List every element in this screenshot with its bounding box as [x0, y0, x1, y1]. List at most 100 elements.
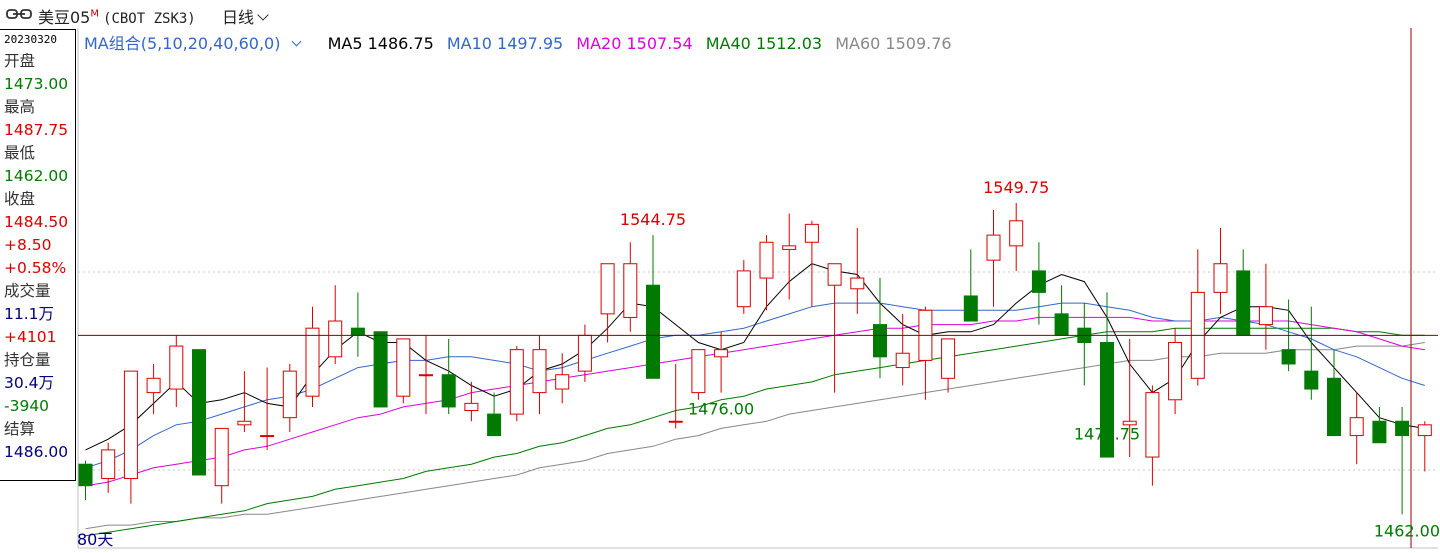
open-value: 1473.00: [4, 75, 69, 93]
price-annotation-2: 1476.00: [688, 400, 754, 419]
chart-header: 美豆05M (CBOT ZSK3) 日线: [0, 0, 1440, 28]
ma-legend: MA组合(5,10,20,40,60,0) MA5 1486.75 MA10 1…: [84, 30, 960, 54]
candle-body: [305, 327, 320, 397]
candle-body: [328, 320, 343, 358]
candle-8: [260, 367, 275, 450]
candle-body: [555, 374, 570, 390]
candle-44: [1077, 303, 1092, 386]
candle-body: [532, 349, 547, 394]
ma-group-selector[interactable]: MA组合(5,10,20,40,60,0): [84, 34, 308, 53]
candle-body: [419, 374, 433, 377]
candle-35: [873, 278, 887, 379]
candle-body: [1009, 220, 1024, 247]
candle-26: [668, 363, 683, 429]
candle-body: [1258, 306, 1273, 326]
candle-body: [873, 324, 887, 358]
candle-5: [192, 349, 206, 476]
candle-22: [577, 324, 592, 382]
visible-span-label: 80天: [77, 530, 114, 549]
candle-body: [1372, 420, 1387, 444]
open-interest-change-value: -3940: [4, 397, 50, 415]
candle-59: [1417, 421, 1432, 472]
candle-28: [714, 331, 729, 393]
candle-body: [1054, 313, 1069, 336]
ma-group-label: MA组合(5,10,20,40,60,0): [84, 34, 281, 53]
candle-body: [214, 427, 229, 487]
candle-18: [487, 392, 502, 437]
candle-16: [441, 338, 456, 415]
high-label: 最高: [4, 98, 36, 116]
candle-body: [1349, 417, 1364, 437]
candle-body: [646, 284, 660, 379]
settle-label: 结算: [4, 420, 36, 438]
instrument-name: 美豆05: [38, 8, 91, 27]
candle-body: [963, 295, 978, 322]
candle-body: [487, 413, 502, 437]
candle-body: [1327, 377, 1341, 437]
candle-body: [464, 402, 479, 412]
candle-30: [759, 235, 774, 311]
price-annotation-3: 1477.75: [1074, 425, 1140, 444]
link-icon[interactable]: [6, 7, 32, 21]
candle-body: [441, 374, 456, 408]
candle-body: [850, 277, 865, 290]
volume-change-value: +4101: [4, 328, 57, 346]
volume-value: 11.1万: [4, 305, 55, 323]
close-value: 1484.50: [4, 213, 69, 231]
ma20-legend: MA20 1507.54: [576, 34, 693, 53]
candlestick-chart[interactable]: 1544.75 1549.75 1476.00 1477.75 1462.00: [0, 0, 1440, 553]
candle-32: [804, 220, 819, 307]
candle-body: [714, 349, 729, 358]
candle-12: [350, 292, 365, 357]
candle-10: [305, 306, 320, 407]
main-contract-badge: M: [90, 8, 100, 20]
candle-body: [1168, 342, 1183, 401]
candle-body: [623, 263, 638, 318]
candle-body: [123, 370, 138, 480]
candle-20: [532, 335, 547, 415]
candle-body: [260, 435, 275, 438]
instrument-code: (CBOT ZSK3): [103, 11, 196, 27]
candle-9: [282, 363, 297, 432]
candle-body: [759, 241, 774, 279]
candle-body: [1236, 270, 1251, 336]
candle-41: [1009, 202, 1024, 271]
candle-body: [78, 463, 93, 487]
period-selector[interactable]: 日线: [222, 4, 269, 28]
candle-body: [1031, 270, 1046, 293]
candle-body: [691, 349, 706, 394]
candle-1: [101, 442, 116, 493]
candle-body: [1213, 263, 1228, 293]
candle-43: [1054, 285, 1069, 336]
change-value: +8.50: [4, 236, 52, 254]
candle-body: [282, 370, 297, 419]
candle-body: [804, 223, 819, 243]
candle-3: [146, 363, 161, 415]
candle-body: [192, 349, 206, 476]
ma5-legend: MA5 1486.75: [327, 34, 434, 53]
candle-body: [1304, 370, 1319, 390]
candle-33: [827, 263, 842, 393]
chevron-down-icon: [257, 9, 269, 21]
candle-body: [350, 327, 365, 336]
quote-info-panel: 20230320 开盘 1473.00 最高 1487.75 最低 1462.0…: [0, 29, 76, 481]
candle-body: [169, 345, 184, 390]
open-label: 开盘: [4, 52, 36, 70]
candle-23: [600, 263, 615, 343]
candle-7: [237, 371, 252, 432]
candle-19: [509, 346, 524, 422]
candle-50: [1213, 227, 1228, 314]
candle-48: [1168, 328, 1183, 415]
candle-36: [895, 313, 910, 386]
candle-body: [600, 263, 615, 315]
instrument-title: 美豆05M (CBOT ZSK3): [38, 4, 196, 28]
candle-0: [78, 460, 93, 501]
candle-body: [373, 331, 388, 408]
price-annotation-4: 1462.00: [1374, 521, 1440, 540]
candle-body: [1145, 392, 1160, 458]
close-label: 收盘: [4, 190, 36, 208]
candle-body: [146, 377, 161, 394]
candle-51: [1236, 249, 1251, 336]
candle-body: [986, 234, 1001, 261]
candle-4: [169, 335, 184, 407]
